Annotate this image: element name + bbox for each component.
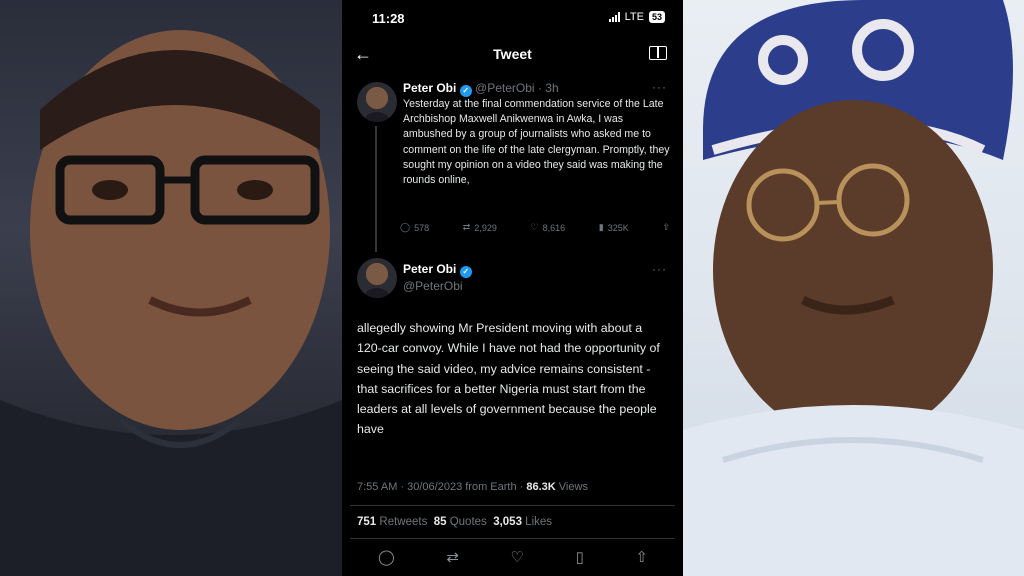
views-count: 86.3K (526, 481, 556, 493)
like-button[interactable]: ♡ 8,616 (531, 222, 566, 233)
reader-icon[interactable] (649, 46, 667, 60)
reply-icon: ◯ (400, 222, 411, 232)
author-name[interactable]: Peter Obi (403, 81, 456, 95)
likes-label: Likes (525, 516, 553, 528)
tweet1-author[interactable]: Peter Obi ✓ @PeterObi · 3h (403, 81, 559, 97)
right-portrait-photo (683, 0, 1024, 576)
quotes-count: 85 (433, 516, 447, 528)
retweet-icon[interactable]: ⇄ (446, 548, 459, 566)
right-portrait-illustration (683, 0, 1024, 576)
views-label: Views (558, 481, 588, 493)
quotes-label: Quotes (449, 516, 487, 528)
status-bar: 11:28 LTE 53 (342, 0, 683, 36)
battery-icon: 53 (648, 11, 665, 23)
retweets-stat[interactable]: 751 Retweets (357, 516, 427, 528)
verified-badge-icon: ✓ (459, 85, 472, 97)
share-button[interactable]: ⇧ (662, 222, 670, 233)
divider (350, 538, 675, 539)
avatar[interactable] (357, 258, 397, 298)
share-icon: ⇧ (662, 222, 670, 232)
tweet1-actions: ◯ 578 ⇄ 2,929 ♡ 8,616 ▮ 325K ⇧ (400, 222, 670, 233)
views-button[interactable]: ▮ 325K (599, 222, 629, 233)
author-handle[interactable]: @PeterObi (475, 81, 535, 95)
like-count: 8,616 (542, 222, 566, 233)
retweets-count: 751 (357, 516, 377, 528)
status-indicators: LTE 53 (608, 11, 665, 23)
likes-stat[interactable]: 3,053 Likes (493, 516, 552, 528)
bookmark-icon[interactable]: ▯ (576, 548, 584, 566)
tweet-action-bar: ◯ ⇄ ♡ ▯ ⇧ (378, 548, 648, 566)
signal-icon (608, 12, 620, 22)
heart-icon: ♡ (530, 222, 539, 232)
page-title: Tweet (493, 46, 532, 62)
timestamp: 7:55 AM · 30/06/2023 from Earth · (357, 481, 524, 493)
tweet2-author-name-row[interactable]: Peter Obi ✓ (403, 262, 472, 278)
tweet-age: · 3h (537, 81, 559, 95)
share-icon[interactable]: ⇧ (635, 548, 648, 566)
left-portrait-photo (0, 0, 342, 576)
network-label: LTE (624, 11, 644, 23)
tweet-header: ← Tweet (342, 40, 683, 70)
thread-line (375, 126, 377, 252)
reply-icon[interactable]: ◯ (378, 548, 395, 566)
avatar[interactable] (357, 82, 397, 122)
more-options-icon[interactable]: ··· (652, 80, 667, 94)
retweet-icon: ⇄ (462, 222, 471, 232)
retweets-label: Retweets (379, 516, 428, 528)
heart-icon[interactable]: ♡ (511, 548, 524, 566)
reply-count: 578 (414, 222, 430, 233)
retweet-button[interactable]: ⇄ 2,929 (463, 222, 497, 233)
author-name[interactable]: Peter Obi (403, 262, 456, 276)
more-options-icon[interactable]: ··· (652, 262, 667, 276)
reply-button[interactable]: ◯ 578 (400, 222, 429, 233)
verified-badge-icon: ✓ (459, 266, 472, 278)
quotes-stat[interactable]: 85 Quotes (434, 516, 487, 528)
likes-count: 3,053 (493, 516, 522, 528)
views-icon: ▮ (598, 222, 604, 232)
status-time: 11:28 (372, 11, 405, 26)
left-portrait-illustration (0, 30, 342, 576)
tweet2-text: allegedly showing Mr President moving wi… (357, 321, 660, 437)
author-handle[interactable]: @PeterObi (403, 279, 463, 293)
views-count: 325K (607, 222, 629, 233)
tweet-meta: 7:55 AM · 30/06/2023 from Earth · 86.3K … (357, 481, 588, 493)
tweet1-text: Yesterday at the final commendation serv… (403, 98, 670, 187)
divider (350, 505, 675, 506)
tweet-stats: 751 Retweets 85 Quotes 3,053 Likes (357, 516, 552, 528)
retweet-count: 2,929 (474, 222, 497, 233)
